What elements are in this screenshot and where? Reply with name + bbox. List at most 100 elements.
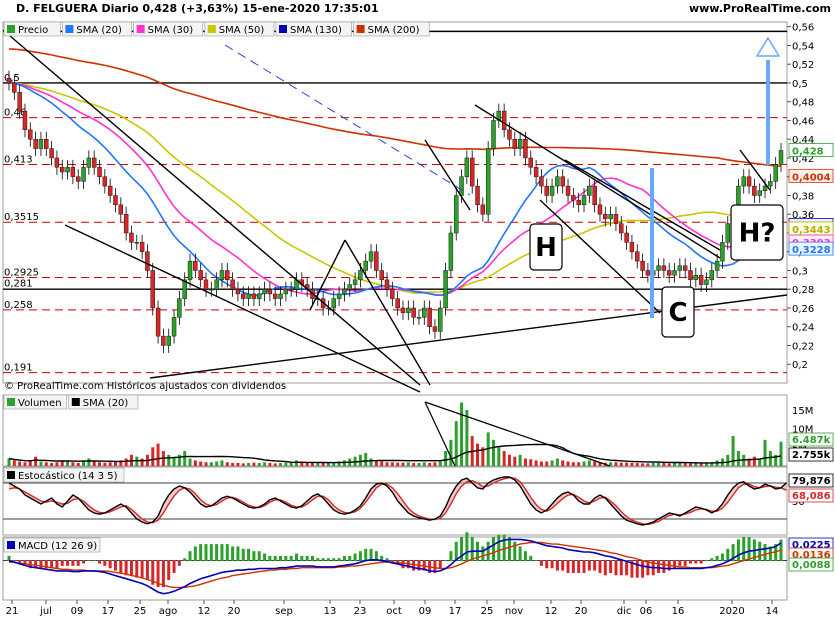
volume-bar <box>529 459 533 466</box>
candle-body <box>81 167 86 182</box>
volume-bar <box>268 463 272 466</box>
legend-swatch <box>65 25 74 33</box>
macd-histogram-bar <box>183 558 187 562</box>
macd-histogram-bar <box>662 560 666 573</box>
macd-histogram-bar <box>736 539 740 562</box>
macd-histogram-bar <box>177 560 181 566</box>
volume-bar <box>779 441 783 466</box>
candle-body <box>475 185 480 206</box>
candle-body <box>17 92 22 112</box>
macd-histogram-bar <box>300 555 304 562</box>
legend-swatch <box>279 25 287 33</box>
volume-bar <box>252 462 256 466</box>
legend-label: SMA (20) <box>83 398 129 409</box>
volume-bar <box>236 463 240 466</box>
macd-histogram-bar <box>358 551 362 562</box>
macd-histogram-bar <box>486 541 490 562</box>
volume-bar <box>167 454 171 466</box>
x-tick-label: 25 <box>481 606 494 617</box>
x-tick-label: 25 <box>134 606 147 617</box>
macd-histogram-bar <box>247 548 251 562</box>
macd-histogram-bar <box>113 560 117 571</box>
volume-badge-text: 6.487k <box>792 435 831 446</box>
macd-histogram-bar <box>326 558 330 562</box>
macd-histogram-bar <box>236 546 240 562</box>
candle-body <box>267 289 273 295</box>
candle-body <box>619 223 624 234</box>
candle-body <box>352 279 358 285</box>
macd-histogram-bar <box>60 560 64 566</box>
volume-bar <box>507 454 511 466</box>
candle-body <box>209 289 214 291</box>
candle-body <box>709 270 714 281</box>
macd-histogram-bar <box>337 558 341 562</box>
legend-swatch <box>136 25 145 33</box>
macd-histogram-bar <box>199 544 203 562</box>
volume-bar <box>279 463 283 466</box>
candle-body <box>400 307 406 313</box>
candle-body <box>416 317 422 319</box>
macd-histogram-bar <box>587 560 591 571</box>
macd-histogram-bar <box>710 558 714 562</box>
macd-histogram-bar <box>619 560 623 576</box>
macd-histogram-bar <box>241 548 245 562</box>
volume-bar <box>555 458 559 466</box>
volume-bar <box>18 461 22 466</box>
volume-bar <box>406 462 410 466</box>
x-axis: 21 jul 09 17 25 ago 12 20 sep 13 23 oct 09 17 25 nov 12 2… <box>6 600 778 617</box>
volume-bar <box>385 462 389 466</box>
x-tick-label: 12 <box>545 606 558 617</box>
candle-body <box>613 214 619 224</box>
candle-body <box>587 185 592 196</box>
candle-body <box>448 232 454 271</box>
candle-body <box>363 260 368 271</box>
candle-body <box>725 223 730 243</box>
candle-body <box>432 326 438 332</box>
volume-bar <box>683 463 687 466</box>
volume-bar <box>273 463 277 466</box>
macd-histogram-bar <box>491 537 495 562</box>
candle-body <box>214 279 219 290</box>
macd-histogram-bar <box>66 560 70 566</box>
macd-histogram-bar <box>683 560 687 566</box>
macd-histogram-bar <box>513 541 517 562</box>
volume-bar <box>396 462 400 466</box>
macd-histogram-bar <box>263 553 267 562</box>
x-tick-label: oct <box>386 606 402 617</box>
legend-label: SMA (20) <box>76 25 122 36</box>
candle-body <box>358 270 363 281</box>
x-tick-label: 13 <box>324 606 337 617</box>
site-name: www.ProRealTime.com <box>689 2 831 15</box>
y-tick-label: 0,5 <box>792 79 808 90</box>
volume-bar <box>87 458 91 466</box>
macd-histogram-bar <box>268 555 272 562</box>
level-label: 0,413 <box>4 155 33 166</box>
level-label: 0,3515 <box>4 212 39 223</box>
x-tick-label: ago <box>159 606 178 617</box>
candle-body <box>129 232 134 243</box>
macd-histogram-bar <box>353 553 357 562</box>
candle-body <box>539 176 544 187</box>
stochastic-badge-text: 79,876 <box>792 476 831 487</box>
candle-body <box>161 335 166 346</box>
macd-histogram-bar <box>582 560 586 573</box>
macd-histogram-bar <box>465 532 469 562</box>
x-tick-label: 20 <box>228 606 241 617</box>
volume-bar <box>151 447 155 466</box>
x-tick-label: jul <box>39 606 52 617</box>
x-tick-label: nov <box>505 606 523 617</box>
candle-body <box>150 270 155 309</box>
price-panel: 0,560,540,520,50,480,460,440,420,40,380,… <box>2 21 834 393</box>
macd-histogram-bar <box>412 560 416 571</box>
macd-histogram-bar <box>220 544 224 562</box>
volume-bar <box>284 462 288 466</box>
x-tick-label: 12 <box>198 606 211 617</box>
candle-body <box>656 265 661 271</box>
candle-body <box>544 185 549 196</box>
stochastic-badge-text: 68,086 <box>792 491 831 502</box>
candle-body <box>640 260 645 271</box>
macd-histogram-bar <box>82 560 86 564</box>
candle-body <box>134 242 139 244</box>
volume-bar <box>28 461 32 466</box>
candle-body <box>38 139 44 149</box>
